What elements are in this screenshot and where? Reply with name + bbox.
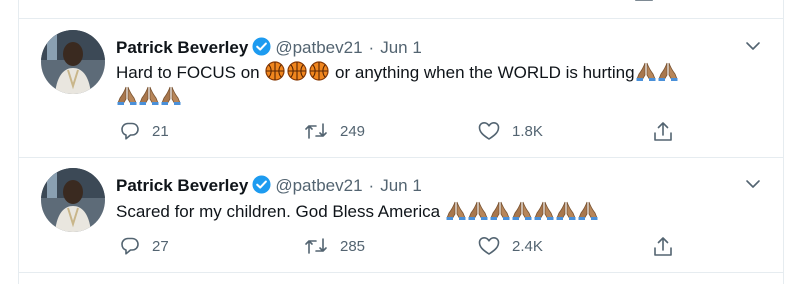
share-icon [654,122,672,141]
retweet-button[interactable]: 249 [304,121,365,141]
heart-icon [478,122,500,140]
folded-hands-emoji [511,201,532,220]
timeline: Patrick Beverley @patbev21 · Jun 1 Hard to … [18,0,784,284]
tweet-actions: 21 249 1.8K [116,121,783,143]
author-handle[interactable]: @patbev21 [275,176,362,195]
tweet-text: Scared for my children. God Bless Americ… [116,200,757,224]
like-button[interactable]: 1.8K [478,121,543,141]
folded-hands-emoji [489,201,510,220]
meta-separator: · [368,176,375,195]
tweet-header: Patrick Beverley @patbev21 · Jun 1 [116,175,422,196]
tweet-text-part: Hard to FOCUS on [116,63,265,82]
folded-hands-emoji [657,62,678,81]
avatar[interactable] [41,30,105,94]
like-count: 2.4K [512,237,543,255]
like-button[interactable]: 2.4K [478,236,543,256]
folded-hands-emoji [161,86,181,105]
folded-hands-emoji [555,201,576,220]
folded-hands-emoji [445,201,466,220]
basketball-emoji-group [264,61,330,82]
avatar[interactable] [41,168,105,232]
share-button[interactable] [653,121,673,143]
folded-hands-emoji [139,86,159,105]
tweet-1[interactable]: Patrick Beverley @patbev21 · Jun 1 Hard to … [19,19,783,157]
reply-count: 27 [152,237,169,255]
author-name[interactable]: Patrick Beverley [116,38,248,57]
reply-button[interactable]: 21 [120,121,169,141]
basketball-emoji [309,61,329,81]
reply-button[interactable]: 27 [120,236,169,256]
tweet-date[interactable]: Jun 1 [380,176,422,195]
tweet-date[interactable]: Jun 1 [380,38,422,57]
basketball-emoji [265,61,285,81]
tweet-text-part: or anything when the WORLD is hurting [330,63,635,82]
chevron-down-icon[interactable] [745,41,761,51]
verified-badge-icon [252,37,271,56]
folded-hands-emoji [577,201,598,220]
folded-hands-emoji [467,201,488,220]
heart-icon [478,237,500,255]
tweet-text-part: Scared for my children. God Bless Americ… [116,202,445,221]
folded-hands-emoji [117,86,137,105]
author-handle[interactable]: @patbev21 [275,38,362,57]
folded-hands-emoji [533,201,554,220]
tweet-actions: 27 285 2.4K [116,236,783,258]
author-name[interactable]: Patrick Beverley [116,176,248,195]
share-icon [654,237,672,256]
retweet-count: 249 [340,122,366,140]
folded-hands-emoji [635,62,656,81]
share-icon[interactable] [635,0,653,4]
tweet-header: Patrick Beverley @patbev21 · Jun 1 [116,37,422,58]
tweet-2[interactable]: Patrick Beverley @patbev21 · Jun 1 Scared f… [19,158,783,272]
share-button[interactable] [653,236,673,258]
basketball-emoji [287,61,307,81]
verified-badge-icon [252,175,271,194]
retweet-icon [305,123,327,139]
chevron-down-icon[interactable] [745,179,761,189]
reply-icon [121,237,139,255]
reply-icon [121,122,139,140]
divider [19,272,783,273]
tweet-text: Hard to FOCUS on or anything when the WO… [116,61,757,109]
meta-separator: · [368,38,375,57]
retweet-icon [305,238,327,254]
reply-count: 21 [152,122,169,140]
retweet-button[interactable]: 285 [304,236,365,256]
like-count: 1.8K [512,122,543,140]
retweet-count: 285 [340,237,366,255]
